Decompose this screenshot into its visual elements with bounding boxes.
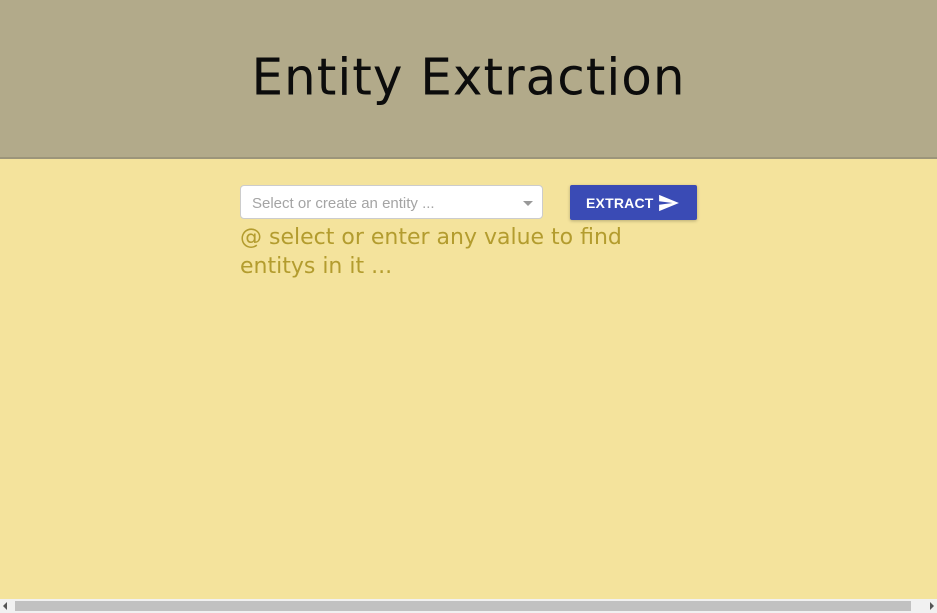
page-header: Entity Extraction [0, 0, 937, 159]
page-title: Entity Extraction [251, 47, 686, 107]
hint-text: @ select or enter any value to find enti… [240, 225, 622, 279]
scroll-right-arrow-icon[interactable] [930, 602, 934, 610]
entity-select[interactable]: Select or create an entity ... [240, 185, 543, 219]
extract-button-label: EXTRACT [586, 195, 654, 211]
send-icon [659, 194, 679, 212]
scrollbar-thumb[interactable] [15, 601, 911, 611]
scroll-left-arrow-icon[interactable] [3, 602, 7, 610]
entity-select-placeholder: Select or create an entity ... [252, 195, 435, 212]
chevron-down-icon[interactable] [523, 201, 533, 206]
extract-button[interactable]: EXTRACT [570, 185, 697, 220]
horizontal-scrollbar[interactable] [0, 599, 937, 613]
